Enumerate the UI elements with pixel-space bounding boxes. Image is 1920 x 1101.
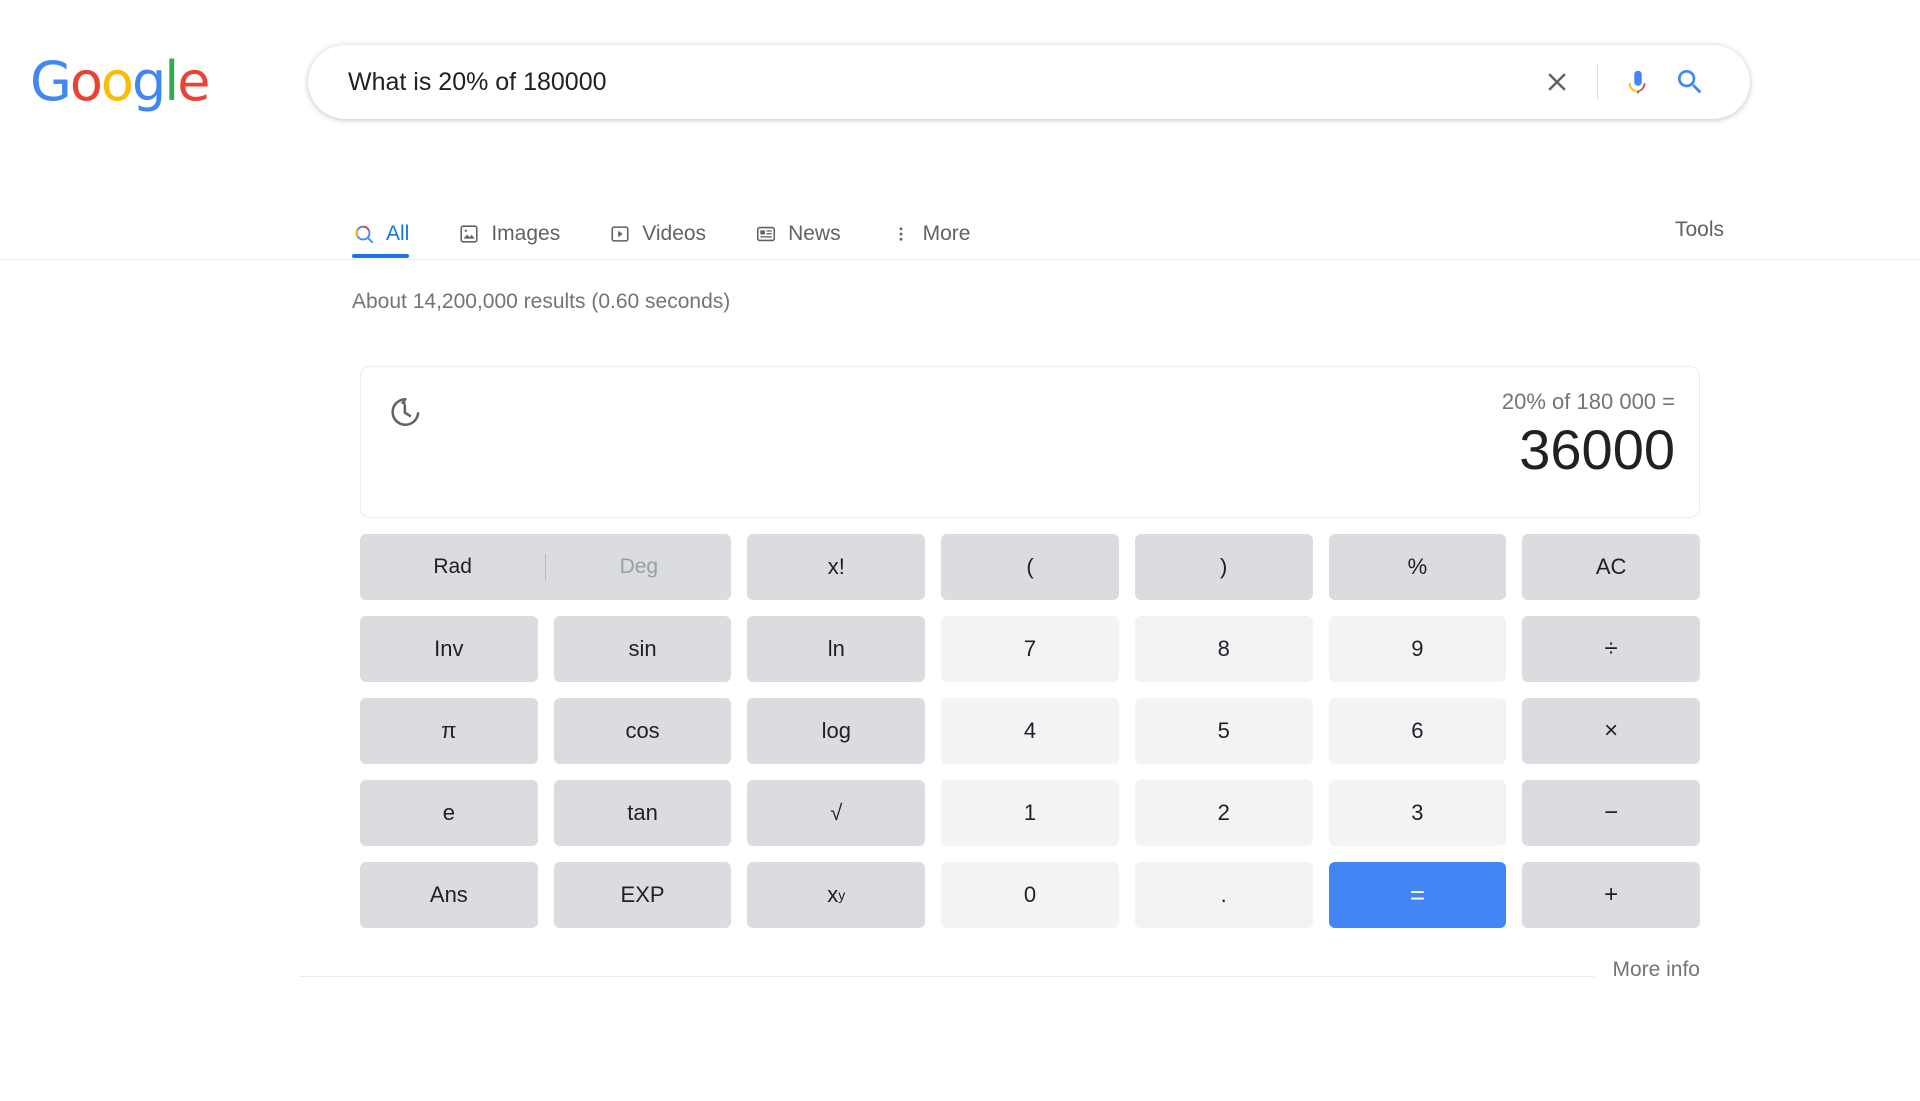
key-power[interactable]: xy — [747, 862, 926, 928]
key-tan[interactable]: tan — [553, 780, 732, 846]
calculator-widget: 20% of 180 000 = 36000 Rad Deg x! ( ) % … — [300, 366, 1700, 998]
tab-more-label: More — [922, 222, 971, 245]
logo-letter-o1: o — [69, 50, 103, 113]
result-stats: About 14,200,000 results (0.60 seconds) — [352, 290, 731, 313]
search-nav-tabs: All Images Videos News More Tools — [352, 198, 1920, 260]
search-bar-icons — [1531, 45, 1750, 119]
tab-images[interactable]: Images — [457, 198, 560, 258]
logo-letter-e: e — [177, 50, 210, 113]
key-8[interactable]: 8 — [1134, 616, 1313, 682]
key-percent[interactable]: % — [1328, 534, 1507, 600]
logo-letter-g: G — [30, 50, 72, 113]
key-6[interactable]: 6 — [1328, 698, 1507, 764]
key-0[interactable]: 0 — [941, 862, 1119, 928]
video-icon — [608, 222, 632, 246]
key-equals[interactable]: = — [1328, 862, 1507, 928]
key-minus[interactable]: − — [1522, 780, 1700, 846]
logo-letter-l: l — [164, 50, 179, 113]
image-icon — [457, 222, 481, 246]
key-e[interactable]: e — [360, 780, 538, 846]
key-pi[interactable]: π — [360, 698, 538, 764]
key-deg-label[interactable]: Deg — [546, 555, 731, 579]
search-bar[interactable] — [308, 45, 1750, 119]
tab-videos-label: Videos — [642, 222, 707, 245]
voice-search-button[interactable] — [1612, 56, 1664, 108]
tab-more[interactable]: More — [889, 198, 971, 258]
key-multiply[interactable]: × — [1522, 698, 1700, 764]
logo-letter-o2: o — [100, 50, 134, 113]
calculator-display: 20% of 180 000 = 36000 — [360, 366, 1700, 518]
calculator-keypad: Rad Deg x! ( ) % AC Inv sin ln 7 8 9 ÷ π… — [360, 534, 1700, 928]
key-divide[interactable]: ÷ — [1522, 616, 1700, 682]
key-9[interactable]: 9 — [1328, 616, 1507, 682]
key-inv[interactable]: Inv — [360, 616, 538, 682]
search-icon — [1678, 70, 1702, 94]
key-sin[interactable]: sin — [553, 616, 732, 682]
key-cos[interactable]: cos — [553, 698, 732, 764]
calculator-expression: 20% of 180 000 = — [1501, 389, 1675, 414]
key-3[interactable]: 3 — [1328, 780, 1507, 846]
news-icon — [754, 222, 778, 246]
close-icon — [1548, 73, 1566, 91]
logo-letter-g2: g — [131, 50, 166, 113]
key-decimal[interactable]: . — [1134, 862, 1313, 928]
tab-news[interactable]: News — [754, 198, 841, 258]
clear-search-button[interactable] — [1531, 56, 1583, 108]
key-2[interactable]: 2 — [1134, 780, 1313, 846]
key-open-paren[interactable]: ( — [941, 534, 1119, 600]
key-ln[interactable]: ln — [747, 616, 926, 682]
key-7[interactable]: 7 — [941, 616, 1119, 682]
calculator-answer: 36000 — [1519, 418, 1675, 481]
tab-news-label: News — [788, 222, 841, 245]
search-submit-button[interactable] — [1664, 56, 1716, 108]
google-logo[interactable]: Google — [30, 50, 210, 113]
search-nav-bar: All Images Videos News More Tools — [0, 198, 1920, 260]
history-icon[interactable] — [387, 395, 421, 429]
key-all-clear[interactable]: AC — [1522, 534, 1700, 600]
microphone-icon — [1628, 70, 1646, 94]
key-rad-label[interactable]: Rad — [360, 555, 545, 579]
key-log[interactable]: log — [747, 698, 926, 764]
footer-divider — [300, 976, 1700, 977]
key-4[interactable]: 4 — [941, 698, 1119, 764]
key-exp[interactable]: EXP — [553, 862, 732, 928]
search-icon — [352, 222, 376, 246]
key-5[interactable]: 5 — [1134, 698, 1313, 764]
rad-deg-divider — [545, 554, 547, 580]
key-close-paren[interactable]: ) — [1134, 534, 1313, 600]
key-power-base: x — [827, 882, 839, 907]
search-input[interactable] — [308, 45, 1531, 119]
search-bar-divider — [1597, 65, 1598, 99]
key-rad-deg-toggle[interactable]: Rad Deg — [360, 534, 732, 600]
tab-active-underline — [352, 254, 410, 258]
key-plus[interactable]: + — [1522, 862, 1700, 928]
key-sqrt[interactable]: √ — [747, 780, 926, 846]
google-search-results-page: Google What is 20% of 180000 All Images … — [0, 0, 1920, 1101]
tab-all[interactable]: All — [352, 198, 410, 258]
tools-button[interactable]: Tools — [1675, 210, 1724, 250]
more-info-link[interactable]: More info — [1594, 958, 1700, 982]
key-ans[interactable]: Ans — [360, 862, 538, 928]
key-factorial[interactable]: x! — [747, 534, 926, 600]
tab-videos[interactable]: Videos — [608, 198, 706, 258]
page-header: Google — [0, 0, 1920, 160]
key-1[interactable]: 1 — [941, 780, 1119, 846]
tab-all-label: All — [386, 222, 410, 245]
tab-images-label: Images — [491, 222, 561, 245]
more-vertical-icon — [889, 222, 913, 246]
calculator-footer: More info — [300, 958, 1700, 998]
